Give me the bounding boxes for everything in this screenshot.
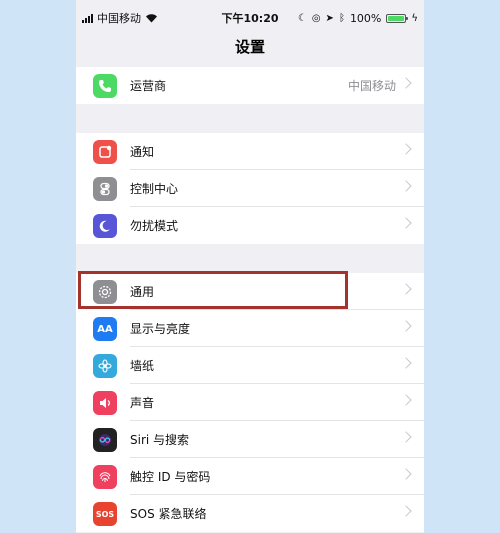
- settings-screen: 中国移动 下午10:20 ☾ ◎ ➤ ᛒ 100% ϟ 设置 运营商 中国移动: [76, 0, 424, 533]
- notifications-icon: [93, 140, 117, 164]
- row-label: 运营商: [130, 79, 167, 93]
- chevron-right-icon: [400, 180, 412, 192]
- row-wallpaper[interactable]: 墙纸: [76, 347, 424, 384]
- row-label: SOS 紧急联络: [130, 507, 207, 521]
- row-display-brightness[interactable]: AA 显示与亮度: [76, 310, 424, 347]
- group-notifications: 通知 控制中心 勿扰模式: [76, 133, 424, 244]
- battery-icon: [386, 13, 409, 23]
- highlight-box: [78, 271, 348, 309]
- chevron-right-icon: [400, 394, 412, 406]
- wallpaper-icon: [93, 354, 117, 378]
- row-label: 墙纸: [130, 359, 155, 373]
- sos-icon: SOS: [93, 502, 117, 526]
- chevron-right-icon: [400, 77, 412, 89]
- fingerprint-icon: [93, 465, 117, 489]
- group-carrier: 运营商 中国移动: [76, 67, 424, 104]
- sound-icon: [93, 391, 117, 415]
- chevron-right-icon: [400, 357, 412, 369]
- row-label: 控制中心: [130, 182, 179, 196]
- chevron-right-icon: [400, 283, 412, 295]
- carrier-value: 中国移动: [347, 79, 396, 93]
- lock-rotation-icon: ◎: [311, 12, 321, 24]
- page-title: 设置: [234, 38, 265, 56]
- row-control-center[interactable]: 控制中心: [76, 170, 424, 207]
- chevron-right-icon: [400, 217, 412, 229]
- row-carrier[interactable]: 运营商 中国移动: [76, 67, 424, 104]
- moon-status-icon: ☾: [297, 12, 307, 24]
- row-do-not-disturb[interactable]: 勿扰模式: [76, 207, 424, 244]
- row-label: 勿扰模式: [130, 219, 179, 233]
- chevron-right-icon: [400, 320, 412, 332]
- row-label: Siri 与搜索: [130, 433, 190, 447]
- chevron-right-icon: [400, 143, 412, 155]
- row-notifications[interactable]: 通知: [76, 133, 424, 170]
- chevron-right-icon: [400, 505, 412, 517]
- charging-icon: ϟ: [411, 12, 418, 24]
- control-center-icon: [93, 177, 117, 201]
- phone-icon: [93, 74, 117, 98]
- chevron-right-icon: [400, 431, 412, 443]
- group-general: 通用 AA 显示与亮度 墙纸 声音 Siri 与搜索 触控 ID 与密码 SOS…: [76, 273, 424, 532]
- moon-icon: [93, 214, 117, 238]
- chevron-right-icon: [400, 468, 412, 480]
- row-touch-id-passcode[interactable]: 触控 ID 与密码: [76, 458, 424, 495]
- battery-percent: 100%: [349, 11, 382, 25]
- row-label: 声音: [130, 396, 155, 410]
- display-icon: AA: [93, 317, 117, 341]
- row-label: 通知: [130, 145, 155, 159]
- row-sounds[interactable]: 声音: [76, 384, 424, 421]
- row-label: 触控 ID 与密码: [130, 470, 211, 484]
- location-icon: ➤: [325, 12, 334, 24]
- siri-icon: [93, 428, 117, 452]
- row-siri-search[interactable]: Siri 与搜索: [76, 421, 424, 458]
- status-bar: 中国移动 下午10:20 ☾ ◎ ➤ ᛒ 100% ϟ: [76, 8, 424, 28]
- row-emergency-sos[interactable]: SOS SOS 紧急联络: [76, 495, 424, 532]
- bluetooth-icon: ᛒ: [338, 12, 345, 24]
- row-label: 显示与亮度: [130, 322, 191, 336]
